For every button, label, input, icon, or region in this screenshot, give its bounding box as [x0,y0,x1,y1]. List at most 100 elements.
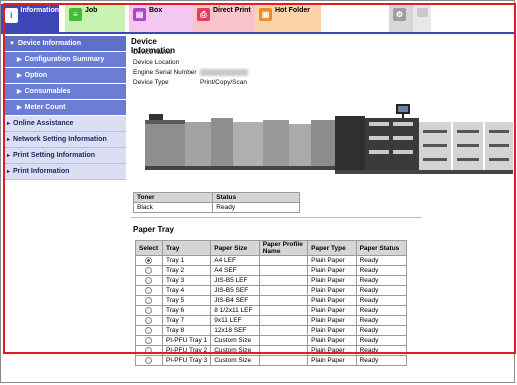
paper-profile-header: Paper Profile Name [258,240,309,256]
caret-right-icon: ▸ [7,153,11,159]
printer-system-image [145,104,513,174]
select-cell [135,315,163,326]
tray-radio[interactable] [145,266,153,274]
direct-print-icon: ⎙ [197,8,210,21]
tray-name: PI-PFU Tray 1 [161,335,212,346]
paper-profile [258,265,309,276]
paper-size: 8 1/2x11 LEF [210,305,260,316]
tab-label: Box [149,7,163,14]
paper-status: Ready [355,335,408,346]
job-icon: ≡ [69,8,82,21]
tab-information[interactable]: i Information [1,4,59,32]
sidebar-item-label: Print Setting Information [13,152,96,159]
sidebar-item-label: Online Assistance [13,120,74,127]
tab-job[interactable]: ≡ Job [65,4,125,32]
table-row: Tray 3 JIS-B5 LEF Plain Paper Ready [135,275,408,286]
tray-name: PI-PFU Tray 3 [161,355,212,366]
sidebar-item-meter-count[interactable]: ▶ Meter Count [3,100,126,116]
sidebar-item-print-information[interactable]: ▸ Print Information [3,164,126,180]
tray-radio[interactable] [145,326,153,334]
paper-status: Ready [355,315,408,326]
tray-radio[interactable] [145,296,153,304]
paper-tray-table: Select Tray Paper Size Paper Profile Nam… [135,240,408,366]
sidebar-item-configuration-summary[interactable]: ▶ Configuration Summary [3,52,126,68]
sidebar-item-option[interactable]: ▶ Option [3,68,126,84]
table-row: PI-PFU Tray 2 Custom Size Plain Paper Ready [135,345,408,356]
device-name-label: Device Name [133,49,173,56]
paper-size: JIS-B4 SEF [210,295,260,306]
tray-name: PI-PFU Tray 2 [161,345,212,356]
paper-type: Plain Paper [307,325,357,336]
tray-radio[interactable] [145,276,153,284]
select-header: Select [135,240,163,256]
paper-profile [258,325,309,336]
select-cell [135,265,163,276]
tab-direct-print[interactable]: ⎙ Direct Print [193,4,255,32]
paper-type-header: Paper Type [307,240,357,256]
sidebar-item-label: Configuration Summary [24,56,105,63]
sidebar-item-label: Consumables [24,88,71,95]
caret-down-icon: ▼ [9,40,15,47]
information-icon: i [5,8,18,23]
paper-size: A4 LEF [210,255,260,266]
table-row: Tray 5 JIS-B4 SEF Plain Paper Ready [135,295,408,306]
sidebar-item-network-setting-information[interactable]: ▸ Network Setting Information [3,132,126,148]
paper-status: Ready [355,255,408,266]
sidebar: ▼ Device Information ▶ Configuration Sum… [3,36,126,180]
select-cell [135,305,163,316]
sidebar-item-device-information[interactable]: ▼ Device Information [3,36,126,52]
tray-name: Tray 2 [161,265,212,276]
table-row: Tray 4 JIS-B5 SEF Plain Paper Ready [135,285,408,296]
toner-status-header: Status [212,192,300,203]
paper-size: A4 SEF [210,265,260,276]
paper-tray-title: Paper Tray [133,225,174,234]
caret-right-icon: ▶ [17,73,22,79]
tab-underline [1,32,514,34]
tray-radio[interactable] [145,346,153,354]
divider [131,217,422,218]
paper-status: Ready [355,275,408,286]
sidebar-item-print-setting-information[interactable]: ▸ Print Setting Information [3,148,126,164]
tab-extra[interactable] [413,4,431,32]
paper-type: Plain Paper [307,295,357,306]
paper-profile [258,335,309,346]
tab-box[interactable]: ▤ Box [129,4,193,32]
tray-radio[interactable] [145,316,153,324]
tab-settings[interactable]: ⚙ [389,4,413,32]
tray-radio[interactable] [145,286,153,294]
tray-radio[interactable] [145,256,153,264]
paper-profile [258,305,309,316]
select-cell [135,285,163,296]
toner-status: Ready [212,202,300,213]
sidebar-item-label: Network Setting Information [13,136,107,143]
tab-bar: i Information ≡ Job ▤ Box ⎙ Direct Print… [1,4,514,32]
tray-radio[interactable] [145,336,153,344]
sidebar-item-label: Print Information [13,168,70,175]
sidebar-item-online-assistance[interactable]: ▸ Online Assistance [3,116,126,132]
paper-profile [258,345,309,356]
tray-radio[interactable] [145,356,153,364]
tray-name: Tray 8 [161,325,212,336]
paper-status-header: Paper Status [355,240,408,256]
table-row: Tray 7 9x11 LEF Plain Paper Ready [135,315,408,326]
toner-header: Toner [132,192,214,203]
caret-right-icon: ▸ [7,169,11,175]
table-row: Tray 2 A4 SEF Plain Paper Ready [135,265,408,276]
caret-right-icon: ▶ [17,89,22,95]
paper-type: Plain Paper [307,265,357,276]
tab-hot-folder[interactable]: ▣ Hot Folder [255,4,321,32]
tray-radio[interactable] [145,306,153,314]
paper-profile [258,315,309,326]
tray-name: Tray 6 [161,305,212,316]
paper-type: Plain Paper [307,255,357,266]
select-cell [135,345,163,356]
paper-type: Plain Paper [307,315,357,326]
window-icon [417,8,428,17]
select-cell [135,325,163,336]
sidebar-item-label: Meter Count [24,104,66,111]
engine-serial-label: Engine Serial Number [133,69,197,76]
sidebar-item-consumables[interactable]: ▶ Consumables [3,84,126,100]
paper-profile [258,275,309,286]
caret-right-icon: ▶ [17,57,22,63]
tray-header: Tray [161,240,212,256]
